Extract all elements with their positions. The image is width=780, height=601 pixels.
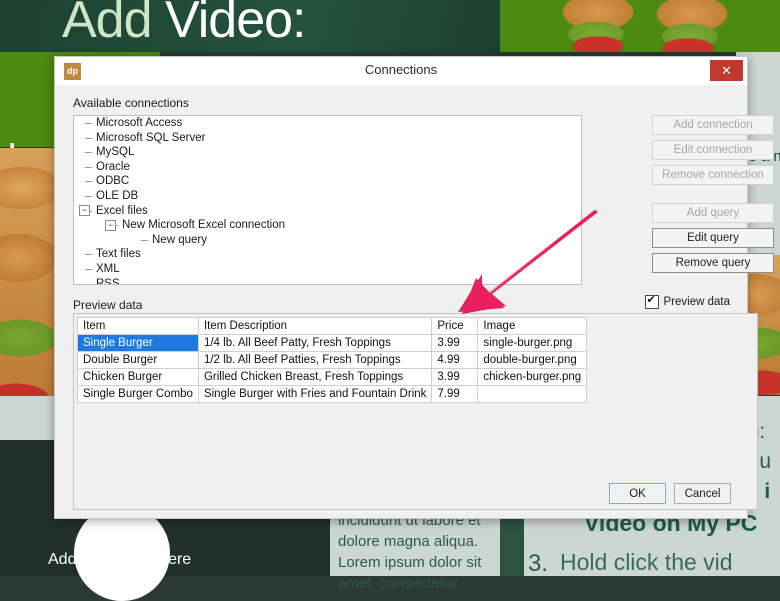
connections-dialog: dp Connections ✕ Available connections M… <box>54 56 774 519</box>
table-row[interactable]: Double Burger 1/2 lb. All Beef Patties, F… <box>77 351 588 369</box>
edit-connection-button: Edit connection <box>652 140 774 160</box>
table-header-row: Item Item Description Price Image <box>77 317 588 335</box>
tree-item-label: RSS <box>96 277 120 285</box>
preview-data-checkbox-label: Preview data <box>663 296 730 308</box>
table-cell[interactable]: Single Burger with Fries and Fountain Dr… <box>197 385 433 403</box>
slide-title-rest: Video: <box>151 0 307 49</box>
add-query-button: Add query <box>652 203 774 223</box>
remove-connection-button: Remove connection <box>652 165 774 185</box>
slide-title: Add Video: <box>62 0 307 50</box>
table-body: Single Burger 1/4 lb. All Beef Patty, Fre… <box>77 334 588 403</box>
tree-item[interactable]: Microsoft Access <box>74 116 581 131</box>
tree-item-label: Microsoft Access <box>96 117 183 129</box>
dialog-footer-buttons: OK Cancel <box>609 483 731 504</box>
table-cell[interactable] <box>477 385 588 403</box>
tree-item[interactable]: Text files <box>74 247 581 262</box>
table-column-header[interactable]: Image <box>477 317 588 335</box>
table-cell[interactable]: Double Burger <box>77 351 199 369</box>
table-cell[interactable]: single-burger.png <box>477 334 588 352</box>
tree-item-label: New Microsoft Excel connection <box>122 219 285 232</box>
tree-item[interactable]: Oracle <box>74 160 581 175</box>
table-cell[interactable]: 7.99 <box>431 385 479 403</box>
table-column-header[interactable]: Item <box>77 317 199 335</box>
table-row[interactable]: Single Burger 1/4 lb. All Beef Patty, Fre… <box>77 334 588 352</box>
tree-item[interactable]: RSS <box>74 277 581 285</box>
dialog-title-bar: dp Connections ✕ <box>55 57 747 86</box>
tree-item-label: OLE DB <box>96 189 139 202</box>
table-cell[interactable]: Chicken Burger <box>77 368 199 386</box>
tree-item[interactable]: Microsoft SQL Server <box>74 131 581 146</box>
tree-item[interactable]: OLE DB <box>74 189 581 204</box>
table-cell[interactable]: Single Burger Combo <box>77 385 199 403</box>
checkbox-checked-icon <box>644 293 659 309</box>
tree-item-label: Excel files <box>96 204 148 217</box>
add-your-video-caption: Add your video here <box>48 551 192 568</box>
table-cell[interactable]: 3.99 <box>431 368 479 386</box>
slide-body-text: incididunt ut labore et dolore magna ali… <box>338 512 482 592</box>
tree-item[interactable]: XML <box>74 262 581 277</box>
dialog-body: Available connections Microsoft Access Mi… <box>55 85 774 518</box>
tree-expander-icon[interactable]: − <box>105 219 116 231</box>
step-text: Hold click the vid <box>560 549 733 575</box>
tree-item-label: Oracle <box>96 160 130 173</box>
tree-item-label: ODBC <box>96 175 130 188</box>
dialog-title: Connections <box>364 62 438 77</box>
cancel-button[interactable]: Cancel <box>674 483 731 504</box>
table-cell[interactable]: Grilled Chicken Breast, Fresh Toppings <box>197 368 433 386</box>
ok-button[interactable]: OK <box>609 483 666 504</box>
available-connections-label: Available connections <box>73 96 189 110</box>
edit-query-button[interactable]: Edit query <box>652 228 774 248</box>
tree-item[interactable]: − New Microsoft Excel connection <box>74 218 581 233</box>
table-cell[interactable]: 4.99 <box>431 351 479 369</box>
table-column-header[interactable]: Price <box>431 317 479 335</box>
table-row[interactable]: Single Burger Combo Single Burger with Fr… <box>77 385 588 403</box>
remove-query-button[interactable]: Remove query <box>652 253 774 273</box>
slide-title-prefix: Add <box>62 0 153 49</box>
slide-green-strip <box>500 0 558 52</box>
tree-item-label: New query <box>152 233 207 246</box>
close-icon[interactable]: ✕ <box>710 60 743 81</box>
table-cell[interactable]: double-burger.png <box>477 351 588 369</box>
tree-item[interactable]: ODBC <box>74 174 581 189</box>
tree-item[interactable]: MySQL <box>74 145 581 160</box>
table-cell[interactable]: 1/2 lb. All Beef Patties, Fresh Toppings <box>197 351 433 369</box>
add-connection-button: Add connection <box>652 115 774 135</box>
tree-item-label: Microsoft SQL Server <box>96 131 206 144</box>
connections-tree[interactable]: Microsoft Access Microsoft SQL Server MySQ… <box>73 115 582 285</box>
table-cell[interactable]: 1/4 lb. All Beef Patty, Fresh Toppings <box>197 334 433 352</box>
tree-item[interactable]: New query <box>74 233 581 248</box>
tree-item-label: MySQL <box>96 146 135 159</box>
table-cell[interactable]: chicken-burger.png <box>477 368 588 386</box>
preview-data-checkbox[interactable]: Preview data <box>644 293 730 309</box>
table-row[interactable]: Chicken Burger Grilled Chicken Breast, Fr… <box>77 368 588 386</box>
table-cell[interactable]: Single Burger <box>77 334 199 352</box>
burger-photo-top <box>558 0 780 52</box>
preview-data-label: Preview data <box>73 298 143 312</box>
table-column-header[interactable]: Item Description <box>197 317 433 335</box>
table-cell[interactable]: 3.99 <box>431 334 479 352</box>
tree-item-label: Text files <box>96 248 141 261</box>
tree-item[interactable]: − Excel files <box>74 204 581 219</box>
tree-expander-icon[interactable]: − <box>79 205 90 217</box>
step-number: 3. <box>528 550 549 577</box>
tree-item-label: XML <box>96 262 120 275</box>
preview-data-table[interactable]: Item Item Description Price Image Single Bu… <box>77 317 588 403</box>
connection-actions-group: Add connection Edit connection Remove conn… <box>652 115 774 278</box>
